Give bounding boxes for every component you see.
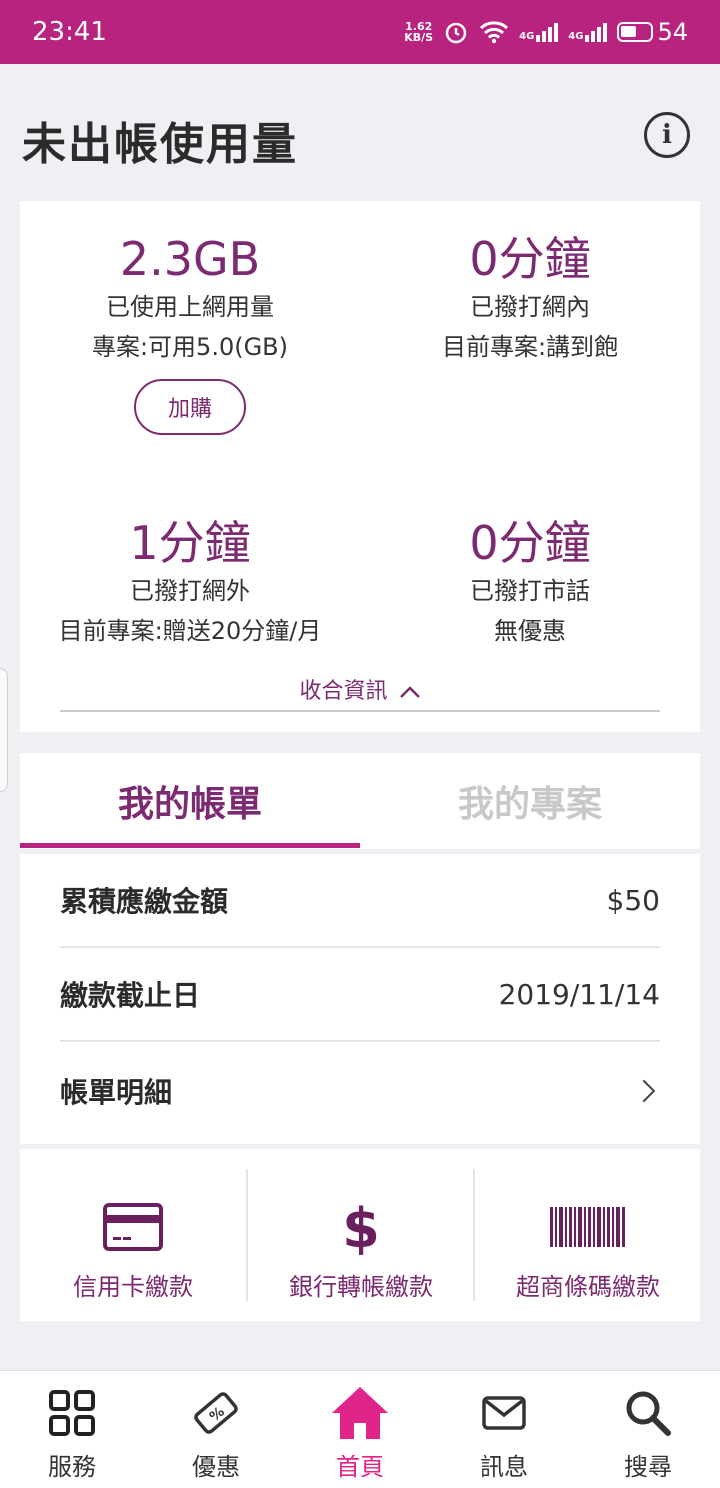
credit-card-payment[interactable]: 信用卡繳款: [20, 1149, 246, 1321]
landline-usage: 0分鐘 已撥打市話 無優惠: [360, 515, 700, 651]
data-plan: 專案:可用5.0(GB): [91, 333, 289, 361]
signal-icon: 4G: [519, 22, 559, 42]
nav-home-label: 首頁: [336, 1453, 384, 1481]
onnet-usage: 0分鐘 已撥打網內 目前專案:講到飽: [360, 231, 700, 367]
nav-offers-label: 優惠: [192, 1453, 240, 1481]
svg-text:$: $: [342, 1199, 380, 1255]
due-date-row: 繳款截止日 2019/11/14: [60, 948, 660, 1042]
alarm-icon: [445, 22, 467, 44]
nav-search-label: 搜尋: [624, 1453, 672, 1481]
nav-home[interactable]: 首頁: [288, 1371, 432, 1488]
bank-transfer-payment[interactable]: $ 銀行轉帳繳款: [248, 1149, 474, 1321]
edge-handle[interactable]: [0, 668, 8, 792]
battery-icon: 54: [617, 18, 688, 46]
nav-offers[interactable]: % 優惠: [144, 1371, 288, 1488]
nav-messages-label: 訊息: [480, 1453, 528, 1481]
credit-card-label: 信用卡繳款: [73, 1273, 193, 1301]
bank-transfer-label: 銀行轉帳繳款: [289, 1273, 433, 1301]
landline-label: 已撥打市話: [470, 577, 590, 605]
onnet-plan: 目前專案:講到飽: [441, 333, 619, 361]
payment-methods: 信用卡繳款 $ 銀行轉帳繳款 超商條碼繳款: [20, 1149, 700, 1321]
landline-plan: 無優惠: [494, 617, 566, 645]
info-icon[interactable]: i: [644, 112, 690, 158]
net-speed: 1.62 KB/S: [404, 20, 434, 44]
home-icon: [330, 1387, 390, 1439]
signal-icon: 4G: [568, 22, 608, 42]
nav-search[interactable]: 搜尋: [576, 1371, 720, 1488]
offnet-amount: 1分鐘: [129, 516, 251, 570]
nav-messages[interactable]: 訊息: [432, 1371, 576, 1488]
barcode-icon: [550, 1199, 626, 1255]
tab-bar: 我的帳單 我的專案: [20, 753, 700, 849]
credit-card-icon: [103, 1199, 163, 1255]
barcode-payment[interactable]: 超商條碼繳款: [475, 1149, 701, 1321]
tab-my-plan[interactable]: 我的專案: [360, 753, 700, 849]
status-time: 23:41: [32, 17, 107, 47]
data-usage: 2.3GB 已使用上網用量 專案:可用5.0(GB) 加購: [20, 231, 360, 435]
due-date-label: 繳款截止日: [60, 979, 201, 1012]
usage-card: 2.3GB 已使用上網用量 專案:可用5.0(GB) 加購 0分鐘 已撥打網內 …: [20, 201, 700, 732]
chevron-right-icon: [632, 1079, 656, 1103]
status-bar: 23:41 1.62 KB/S 4G 4G 54: [0, 0, 720, 64]
wifi-icon: [480, 21, 509, 44]
landline-amount: 0分鐘: [469, 516, 591, 570]
due-date-value: 2019/11/14: [498, 977, 660, 1011]
data-amount: 2.3GB: [119, 232, 261, 286]
tab-underline: [20, 843, 360, 848]
barcode-label: 超商條碼繳款: [516, 1273, 660, 1301]
bill-details-label: 帳單明細: [60, 1076, 173, 1109]
bill-details-row[interactable]: 帳單明細: [60, 1044, 660, 1138]
amount-due-value: $50: [606, 883, 660, 917]
divider: [60, 710, 660, 712]
offnet-label: 已撥打網外: [130, 577, 250, 605]
nav-services[interactable]: 服務: [0, 1371, 144, 1488]
page-title: 未出帳使用量: [22, 119, 298, 170]
mail-icon: [482, 1387, 526, 1439]
collapse-toggle[interactable]: 收合資訊: [20, 673, 700, 705]
tab-my-bill[interactable]: 我的帳單: [20, 753, 360, 849]
nav-services-label: 服務: [48, 1453, 96, 1481]
search-icon: [624, 1387, 672, 1439]
offnet-plan: 目前專案:贈送20分鐘/月: [58, 617, 322, 645]
chevron-up-icon: [399, 686, 420, 698]
onnet-amount: 0分鐘: [469, 232, 591, 286]
bill-card: 累積應繳金額 $50 繳款截止日 2019/11/14 帳單明細: [20, 854, 700, 1144]
data-label: 已使用上網用量: [106, 293, 274, 321]
amount-due-row: 累積應繳金額 $50: [60, 854, 660, 948]
offnet-usage: 1分鐘 已撥打網外 目前專案:贈送20分鐘/月: [20, 515, 360, 651]
coupon-icon: %: [191, 1387, 241, 1439]
grid-icon: [48, 1387, 96, 1439]
onnet-label: 已撥打網內: [470, 293, 590, 321]
dollar-icon: $: [341, 1199, 381, 1255]
addon-button[interactable]: 加購: [134, 379, 246, 435]
bottom-nav: 服務 % 優惠 首頁 訊息 搜尋: [0, 1370, 720, 1488]
amount-due-label: 累積應繳金額: [60, 885, 229, 918]
